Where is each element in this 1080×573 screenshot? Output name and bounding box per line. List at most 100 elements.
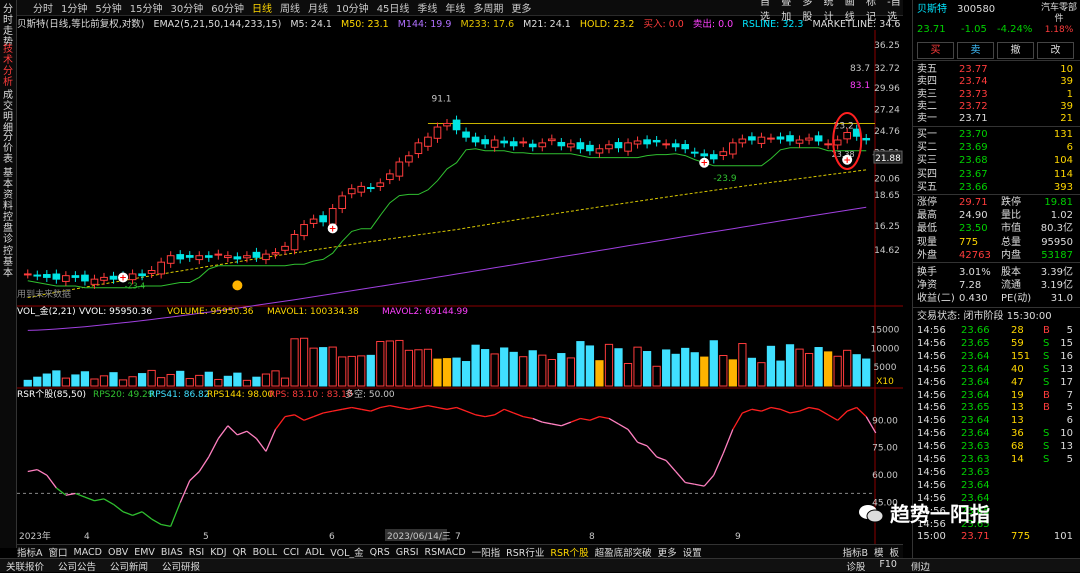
period-11[interactable]: 季线 xyxy=(417,0,437,15)
tick-price: 23.63 xyxy=(961,441,990,453)
indicator-tab-18[interactable]: RSR个股 xyxy=(550,545,588,559)
left-tab-1[interactable]: 技术分析 xyxy=(0,44,16,88)
trade-button-3[interactable]: 改 xyxy=(1037,42,1074,59)
indicator-tab-1[interactable]: 窗口 xyxy=(49,545,68,559)
period-10[interactable]: 45日线 xyxy=(377,0,410,15)
left-tab-char: 基 xyxy=(3,168,13,179)
indicator-tab-14[interactable]: GRSI xyxy=(396,547,419,558)
period-8[interactable]: 月线 xyxy=(308,0,328,15)
rsr-segment xyxy=(694,483,705,487)
rsr-segment xyxy=(389,405,400,409)
volume-bar xyxy=(652,365,661,387)
period-0[interactable]: 分时 xyxy=(33,0,53,15)
indicator-tab-20[interactable]: 更多 xyxy=(658,545,677,559)
indicator-tab-17[interactable]: RSR行业 xyxy=(506,545,544,559)
candle-body xyxy=(338,195,347,210)
tick-side: B xyxy=(1043,402,1050,414)
indicator-tab-9[interactable]: BOLL xyxy=(253,547,277,558)
status-bar: 关联报价 公司公告 公司新闻 公司研报 诊股 F10 侧边 xyxy=(0,558,1080,573)
period-14[interactable]: 更多 xyxy=(511,0,531,15)
bottom-right-tab-0[interactable]: 指标B xyxy=(842,545,868,559)
ask-volume: 10 xyxy=(1060,64,1073,75)
indicator-tab-2[interactable]: MACD xyxy=(74,547,102,558)
tick-volume: 59 xyxy=(1011,337,1024,349)
period-13[interactable]: 多周期 xyxy=(473,0,503,15)
period-9[interactable]: 10分钟 xyxy=(336,0,369,15)
candle-body xyxy=(224,255,232,259)
indicator-tab-5[interactable]: BIAS xyxy=(161,547,183,558)
left-tab-5[interactable]: 控盘诊 xyxy=(0,212,16,245)
period-4[interactable]: 30分钟 xyxy=(170,0,203,15)
status-right-1[interactable]: F10 xyxy=(879,559,897,573)
indicator-tab-11[interactable]: ADL xyxy=(305,547,324,558)
indicator-tab-7[interactable]: KDJ xyxy=(210,547,226,558)
candle-body xyxy=(157,261,165,275)
indicator-tab-19[interactable]: 超盈底部突破 xyxy=(595,545,652,559)
period-1[interactable]: 1分钟 xyxy=(61,0,87,15)
indicator-tab-13[interactable]: QRS xyxy=(370,547,390,558)
watermark-text: 趋势一阳指 xyxy=(890,502,990,526)
rsr-segment xyxy=(503,408,514,414)
period-2[interactable]: 5分钟 xyxy=(95,0,121,15)
bid-row: 买三 23.68 104 xyxy=(917,155,1077,166)
stat-label: 涨停 xyxy=(917,197,937,208)
volume-bar xyxy=(99,375,109,387)
left-tab-6[interactable]: 控基本 xyxy=(0,246,16,279)
left-tab-3[interactable]: 分价表 xyxy=(0,132,16,165)
indicator-tab-21[interactable]: 设置 xyxy=(683,545,702,559)
ask-volume: 39 xyxy=(1060,100,1073,112)
left-tab-4[interactable]: 基本资料 xyxy=(0,168,16,212)
status-link-2[interactable]: 公司新闻 xyxy=(110,559,148,573)
status-link-3[interactable]: 公司研报 xyxy=(162,559,200,573)
rsr-segment xyxy=(570,417,581,423)
status-link-1[interactable]: 公司公告 xyxy=(58,559,96,573)
ask-label: 卖四 xyxy=(917,76,937,88)
period-3[interactable]: 15分钟 xyxy=(130,0,163,15)
indicator-tab-6[interactable]: RSI xyxy=(189,547,204,558)
tick-count: 5 xyxy=(1066,454,1073,465)
candle-body xyxy=(357,185,366,193)
rsr-segment xyxy=(646,445,658,458)
x-tick-label: 6 xyxy=(329,532,335,542)
indicator-tab-12[interactable]: VOL_金 xyxy=(330,545,363,559)
candle-body xyxy=(767,137,775,140)
status-right-0[interactable]: 诊股 xyxy=(846,559,865,573)
trade-button-2[interactable]: 撤 xyxy=(997,42,1034,59)
tick-count: 13 xyxy=(1060,363,1073,375)
indicator-tab-4[interactable]: EMV xyxy=(134,547,155,558)
bid-price: 23.67 xyxy=(959,168,988,180)
vol-tick: 5000 xyxy=(874,363,897,373)
bottom-right-tab-2[interactable]: 板 xyxy=(889,545,899,559)
trade-button-1[interactable]: 卖 xyxy=(957,42,994,59)
period-6[interactable]: 日线 xyxy=(252,0,272,15)
ask-row: 卖一 23.71 21 xyxy=(917,113,1077,124)
low-label: -23.9 xyxy=(713,174,737,184)
left-tab-2[interactable]: 成交明细 xyxy=(0,90,16,134)
candle-body xyxy=(519,141,528,144)
indicator-tab-8[interactable]: QR xyxy=(233,547,247,558)
indicator-tab-15[interactable]: RSMACD xyxy=(425,547,466,558)
indicator-tab-0[interactable]: 指标A xyxy=(17,545,43,559)
volume-bar xyxy=(299,337,309,387)
status-link-0[interactable]: 关联报价 xyxy=(6,559,44,573)
rsr-segment xyxy=(675,471,686,483)
stock-chart[interactable]: 36.2532.7229.9627.2424.7622.5120.0618.65… xyxy=(17,30,903,544)
rsr-segment xyxy=(808,406,819,410)
left-tab-char: 走 xyxy=(3,26,13,37)
period-7[interactable]: 周线 xyxy=(280,0,300,15)
period-5[interactable]: 60分钟 xyxy=(211,0,244,15)
status-right-2[interactable]: 侧边 xyxy=(911,559,930,573)
indicator-tab-3[interactable]: OBV xyxy=(108,547,128,558)
candle-body xyxy=(300,224,308,237)
indicator-tab-16[interactable]: 一阳指 xyxy=(472,545,501,559)
candle-body xyxy=(614,142,623,149)
stat-row: 现量 775 总量 95950 xyxy=(917,237,1077,248)
bottom-right-tab-1[interactable]: 模 xyxy=(874,545,884,559)
volume-bar xyxy=(623,362,633,387)
mavol2-label: MAVOL2: 69144.99 xyxy=(382,307,468,317)
indicator-tab-10[interactable]: CCI xyxy=(283,547,299,558)
volume-bar xyxy=(852,354,861,387)
period-12[interactable]: 年线 xyxy=(445,0,465,15)
left-tab-0[interactable]: 分时走势 xyxy=(0,4,16,48)
trade-button-0[interactable]: 买 xyxy=(917,42,954,59)
